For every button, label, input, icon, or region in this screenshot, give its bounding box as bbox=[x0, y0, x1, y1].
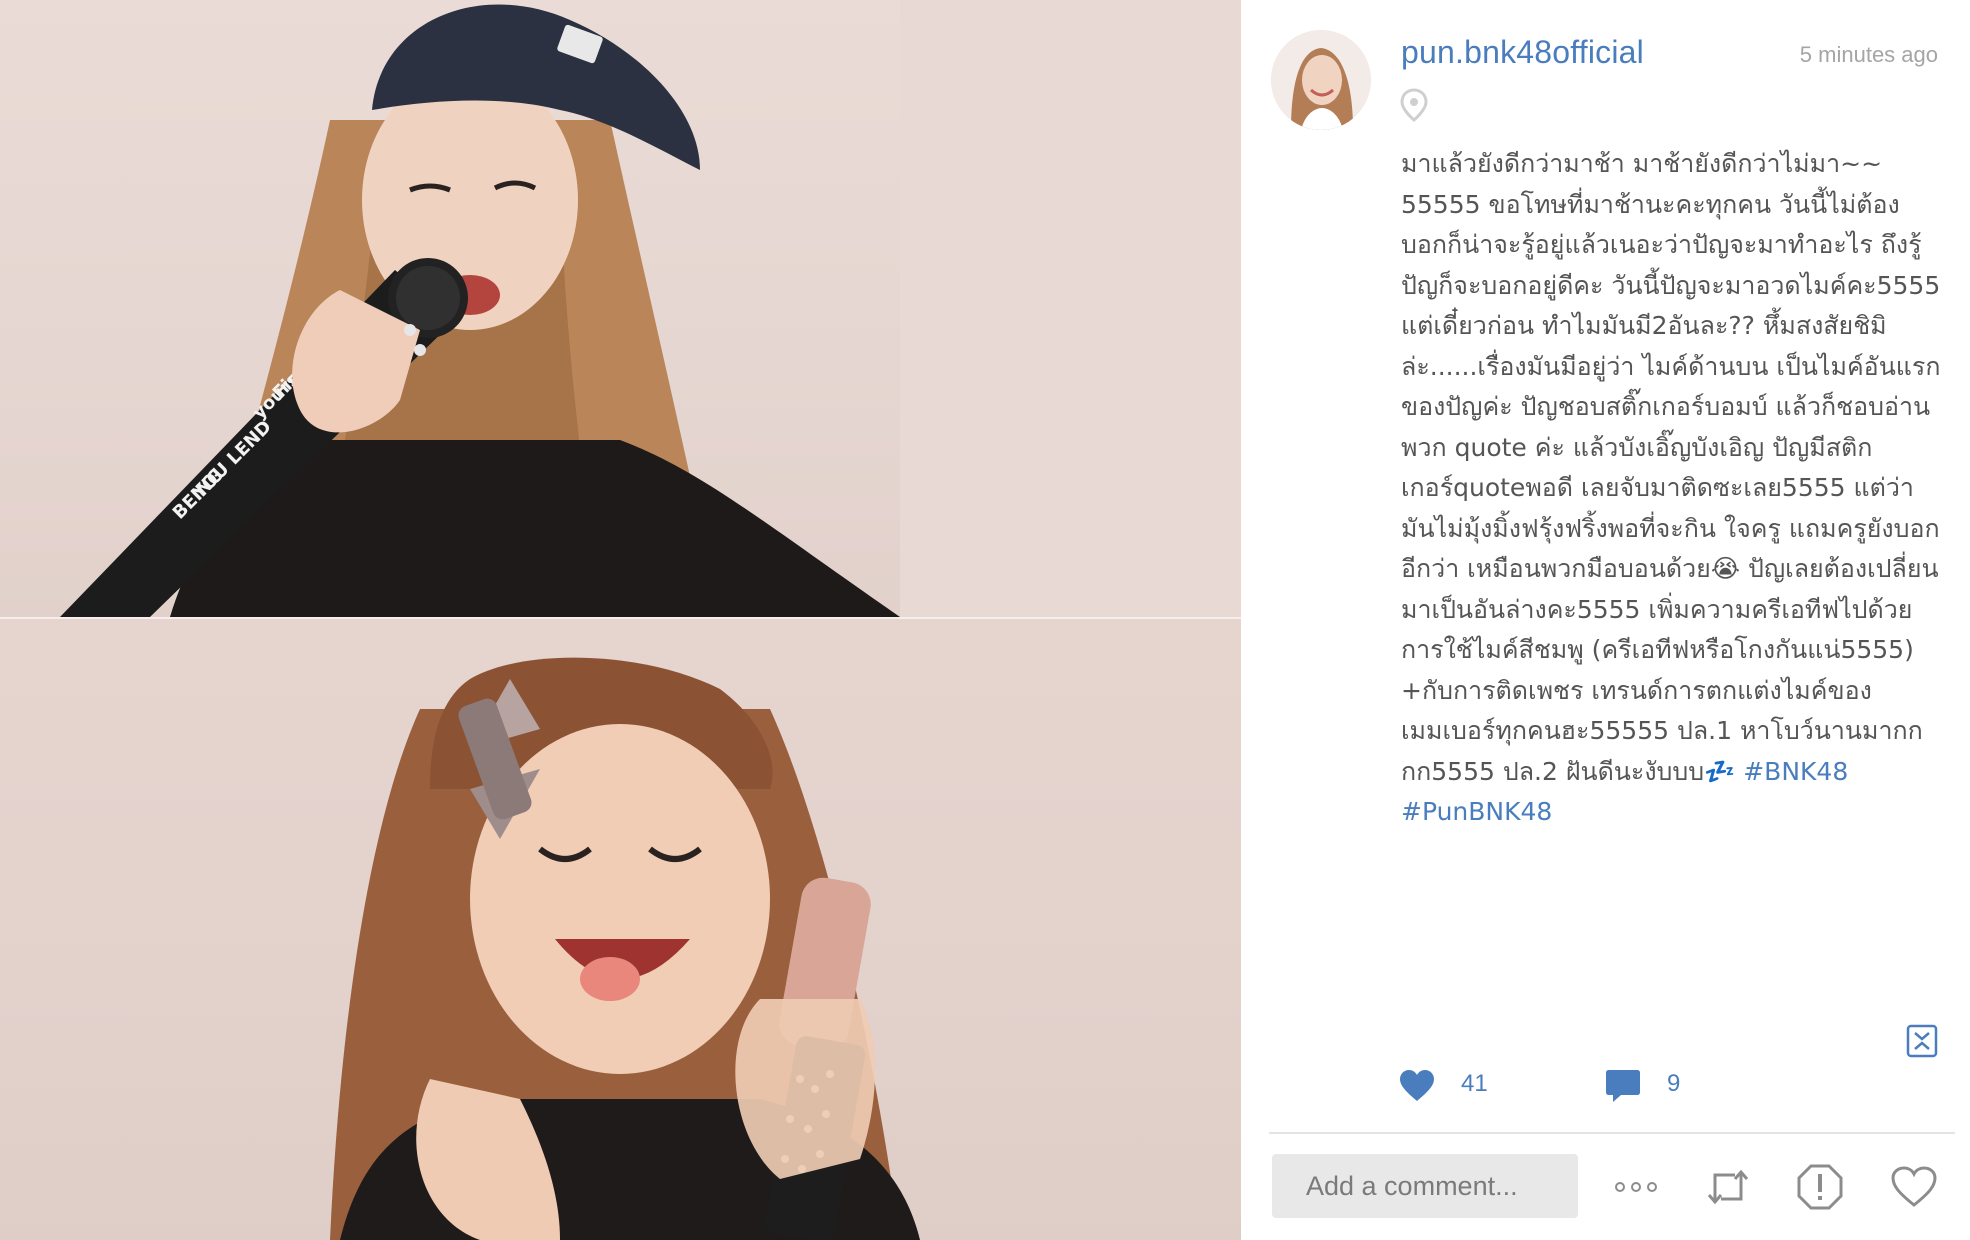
post-photo[interactable]: Find yourself YOU LEND BEING bbox=[0, 0, 1241, 1240]
actions-divider bbox=[1269, 1132, 1955, 1134]
heart-outline-icon bbox=[1891, 1166, 1937, 1207]
post-username[interactable]: pun.bnk48official bbox=[1401, 34, 1644, 71]
photo-bottom-half bbox=[0, 619, 1241, 1240]
repost-button[interactable] bbox=[1701, 1160, 1755, 1214]
avatar-image bbox=[1271, 30, 1371, 130]
caption-text: มาแล้วยังดีกว่ามาช้า มาช้ายังดีกว่าไม่มา… bbox=[1401, 149, 1941, 786]
location-pin-icon[interactable] bbox=[1399, 88, 1429, 122]
comment-placeholder: Add a comment... bbox=[1306, 1171, 1518, 1201]
avatar[interactable] bbox=[1271, 30, 1371, 130]
expand-icon[interactable] bbox=[1906, 1024, 1938, 1058]
report-icon bbox=[1797, 1164, 1843, 1210]
comment-count: 9 bbox=[1667, 1070, 1681, 1097]
photo-top-illustration: Find yourself YOU LEND BEING bbox=[60, 0, 1241, 617]
photo-bottom-illustration bbox=[330, 657, 920, 1240]
comment-input[interactable]: Add a comment... bbox=[1272, 1154, 1578, 1218]
post-details-panel: pun.bnk48official 5 minutes ago มาแล้วยั… bbox=[1241, 0, 1970, 1240]
more-dots-icon bbox=[1615, 1182, 1657, 1192]
speech-bubble-icon bbox=[1606, 1070, 1640, 1102]
post-timestamp: 5 minutes ago bbox=[1799, 42, 1938, 67]
like-count: 41 bbox=[1461, 1070, 1488, 1097]
photo-top-half: Find yourself YOU LEND BEING bbox=[0, 0, 1241, 617]
post-caption: มาแล้วยังดีกว่ามาช้า มาช้ายังดีกว่าไม่มา… bbox=[1401, 144, 1941, 833]
favorite-button[interactable] bbox=[1887, 1160, 1941, 1214]
repost-icon bbox=[1707, 1169, 1749, 1205]
more-button[interactable] bbox=[1609, 1160, 1663, 1214]
report-button[interactable] bbox=[1793, 1160, 1847, 1214]
heart-filled-icon bbox=[1400, 1070, 1434, 1101]
post-viewer-window: Find yourself YOU LEND BEING pun.bnk48of… bbox=[0, 0, 1970, 1240]
